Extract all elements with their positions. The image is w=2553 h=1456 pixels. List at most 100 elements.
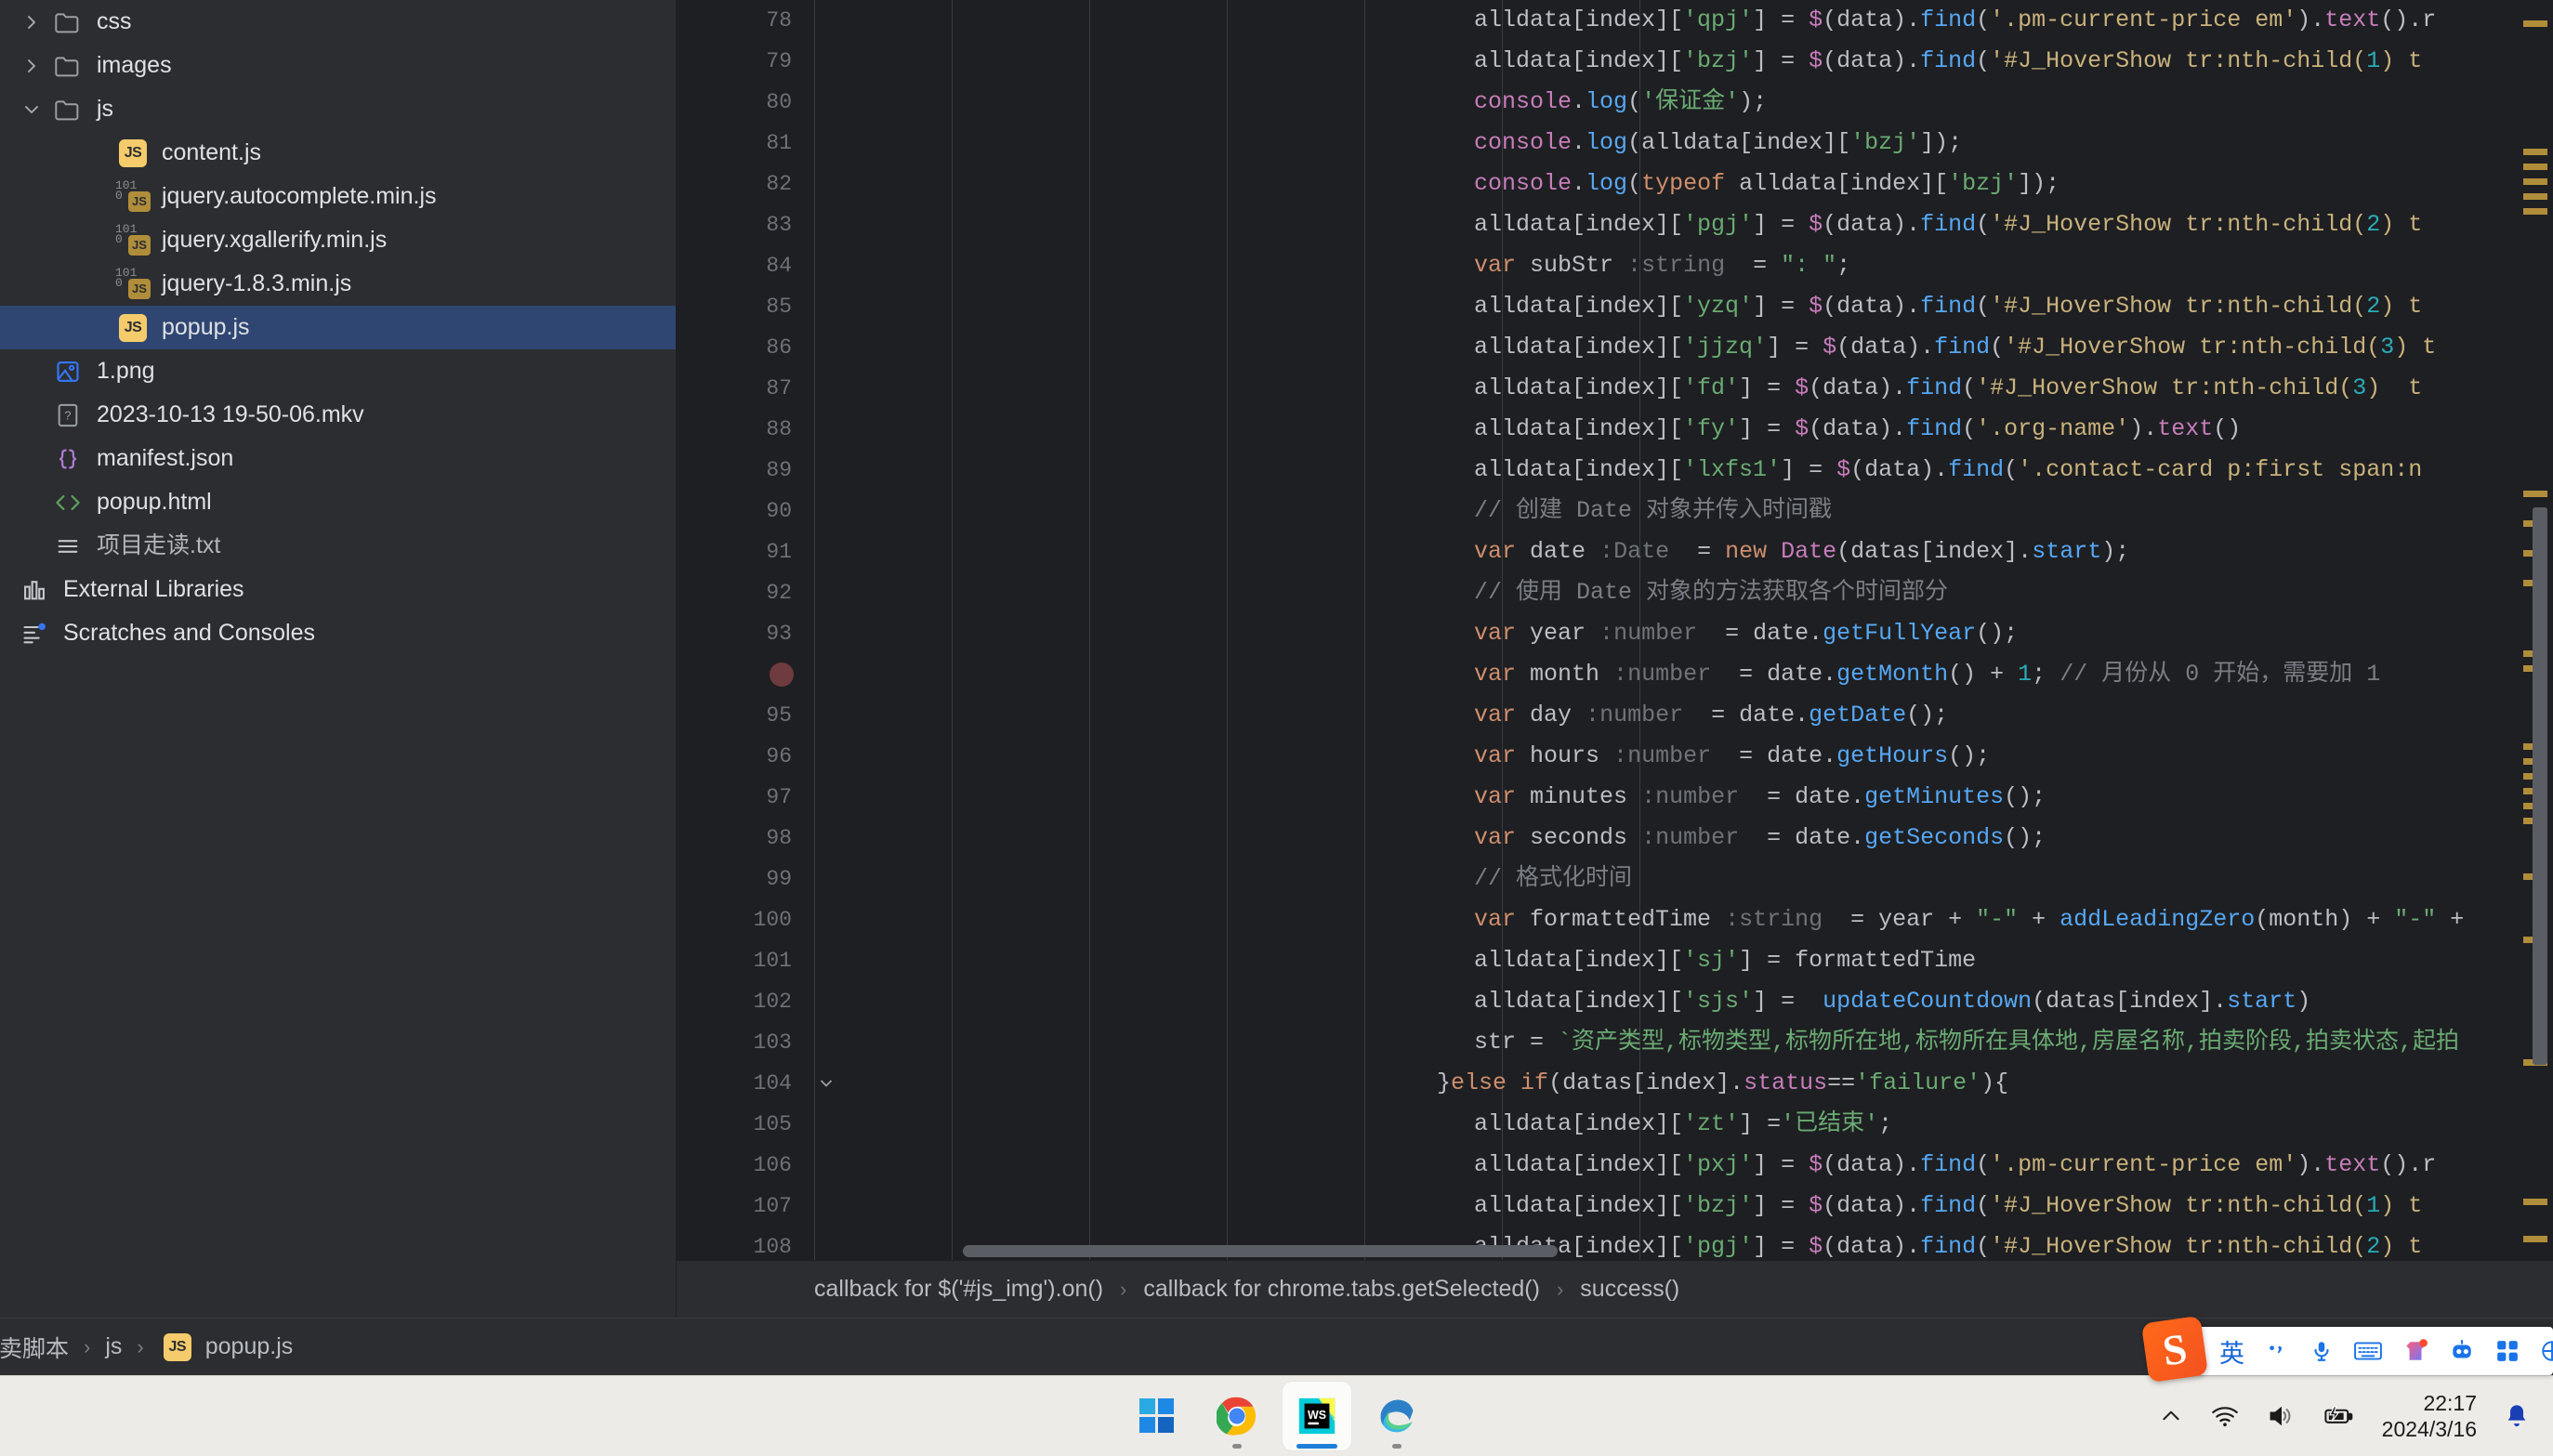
code-line-91[interactable]: var date :Date = new Date(datas[index].s… [814,531,2553,572]
code-line-102[interactable]: alldata[index]['sjs'] = updateCountdown(… [814,981,2553,1022]
gutter-line-84[interactable]: 84 [677,245,814,286]
code-line-105[interactable]: alldata[index]['zt'] ='已结束'; [814,1104,2553,1145]
error-stripe[interactable] [2518,0,2553,1260]
edge-taskbar[interactable] [1362,1382,1431,1450]
gutter-line-99[interactable]: 99 [677,859,814,899]
tray-overflow-icon[interactable] [2159,1404,2183,1428]
keyboard-icon[interactable] [2354,1339,2382,1363]
gutter-line-108[interactable]: 108 [677,1226,814,1260]
wifi-icon[interactable] [2211,1404,2239,1428]
gutter-line-104[interactable]: 104 [677,1063,832,1104]
gutter-line-81[interactable]: 81 [677,123,814,164]
gutter-line-105[interactable]: 105 [677,1104,814,1145]
ai-robot-icon[interactable] [2449,1339,2475,1363]
code-line-83[interactable]: alldata[index]['pgj'] = $(data).find('#J… [814,204,2553,245]
gutter-line-102[interactable]: 102 [677,981,814,1022]
code-line-107[interactable]: alldata[index]['bzj'] = $(data).find('#J… [814,1186,2553,1226]
chevron-right-icon[interactable] [15,57,48,75]
gutter-line-101[interactable]: 101 [677,940,814,981]
sogou-logo-icon[interactable]: S [2140,1315,2209,1384]
code-line-81[interactable]: console.log(alldata[index]['bzj']); [814,123,2553,164]
ime-mode-toggle[interactable]: 英 [2219,1333,2244,1370]
gutter-line-94[interactable] [677,654,814,695]
code-line-106[interactable]: alldata[index]['pxj'] = $(data).find('.p… [814,1145,2553,1186]
code-line-93[interactable]: var year :number = date.getFullYear(); [814,613,2553,654]
microphone-icon[interactable] [2310,1339,2334,1363]
tree-item-2023-10-13-19-50-06.mkv[interactable]: ? 2023-10-13 19-50-06.mkv [0,393,676,437]
code-line-90[interactable]: // 创建 Date 对象并传入时间戳 [814,491,2553,531]
gutter-line-89[interactable]: 89 [677,450,814,491]
code-line-82[interactable]: console.log(typeof alldata[index]['bzj']… [814,164,2553,204]
gutter-line-98[interactable]: 98 [677,818,814,859]
code-line-98[interactable]: var seconds :number = date.getSeconds(); [814,818,2553,859]
nav-breadcrumb-item[interactable]: success() [1580,1276,1679,1303]
gutter-line-103[interactable]: 103 [677,1022,814,1063]
code-line-87[interactable]: alldata[index]['fd'] = $(data).find('#J_… [814,368,2553,409]
tree-item-1.png[interactable]: 1.png [0,349,676,393]
tree-item-js[interactable]: js [0,87,676,131]
chevron-right-icon[interactable] [15,13,48,32]
tree-item-images[interactable]: images [0,44,676,87]
tree-item-popup.js[interactable]: JS popup.js [0,306,676,349]
status-breadcrumb[interactable]: 拍卖脚本 › js › JS popup.js [0,1331,293,1364]
code-line-92[interactable]: // 使用 Date 对象的方法获取各个时间部分 [814,572,2553,613]
code-line-88[interactable]: alldata[index]['fy'] = $(data).find('.or… [814,409,2553,450]
gutter-line-83[interactable]: 83 [677,204,814,245]
sogou-ime-toolbar[interactable]: S 英 [2140,1315,2553,1384]
bell-icon[interactable] [2505,1403,2529,1429]
gutter-line-106[interactable]: 106 [677,1145,814,1186]
code-fold-caret-icon[interactable] [818,1063,835,1104]
gutter-line-86[interactable]: 86 [677,327,814,368]
gutter-line-87[interactable]: 87 [677,368,814,409]
tree-item-scratches-and-consoles[interactable]: Scratches and Consoles [0,611,676,655]
gutter-line-85[interactable]: 85 [677,286,814,327]
gutter-line-95[interactable]: 95 [677,695,814,736]
gutter-line-93[interactable]: 93 [677,613,814,654]
code-line-100[interactable]: var formattedTime :string = year + "-" +… [814,899,2553,940]
tree-item-external-libraries[interactable]: External Libraries [0,568,676,611]
editor-viewport[interactable]: 78 79 80 81 82 83 84 85 86 87 88 89 90 91 92 93 95 96 97 98… [677,0,2553,1260]
chrome-taskbar[interactable] [1203,1382,1271,1450]
gutter-line-82[interactable]: 82 [677,164,814,204]
tree-item-jquery.xgallerify.min.js[interactable]: 101 0 JS jquery.xgallerify.min.js [0,218,676,262]
tree-item-项目走读.txt[interactable]: 项目走读.txt [0,524,676,568]
toolbox-icon[interactable] [2495,1339,2520,1363]
code-line-94[interactable]: var month :number = date.getMonth() + 1;… [814,654,2553,695]
editor-breadcrumb-bar[interactable]: callback for $('#js_img').on() › callback … [677,1260,2553,1318]
gutter-line-79[interactable]: 79 [677,41,814,82]
battery-charging-icon[interactable] [2323,1404,2354,1428]
editor-gutter[interactable]: 78 79 80 81 82 83 84 85 86 87 88 89 90 91 92 93 95 96 97 98… [677,0,832,1260]
status-breadcrumb-item[interactable]: popup.js [205,1333,294,1360]
gutter-line-90[interactable]: 90 [677,491,814,531]
code-line-97[interactable]: var minutes :number = date.getMinutes(); [814,777,2553,818]
start-button[interactable] [1123,1382,1191,1450]
tree-item-content.js[interactable]: JS content.js [0,131,676,175]
tree-item-popup.html[interactable]: popup.html [0,480,676,524]
code-line-86[interactable]: alldata[index]['jjzq'] = $(data).find('#… [814,327,2553,368]
gutter-line-97[interactable]: 97 [677,777,814,818]
skin-icon[interactable] [2402,1339,2428,1363]
code-line-99[interactable]: // 格式化时间 [814,859,2553,899]
status-breadcrumb-item[interactable]: 拍卖脚本 [0,1331,69,1364]
gutter-line-92[interactable]: 92 [677,572,814,613]
code-line-96[interactable]: var hours :number = date.getHours(); [814,736,2553,777]
code-line-103[interactable]: str = `资产类型,标物类型,标物所在地,标物所在具体地,房屋名称,拍卖阶段… [814,1022,2553,1063]
gutter-line-107[interactable]: 107 [677,1186,814,1226]
menu-icon[interactable] [2540,1339,2553,1363]
taskbar-clock[interactable]: 22:17 2024/3/16 [2382,1390,2477,1442]
chevron-down-icon[interactable] [15,100,48,119]
code-content[interactable]: alldata[index]['qpj'] = $(data).find('.p… [814,0,2553,1260]
gutter-line-80[interactable]: 80 [677,82,814,123]
code-line-80[interactable]: console.log('保证金'); [814,82,2553,123]
gutter-line-100[interactable]: 100 [677,899,814,940]
gutter-line-88[interactable]: 88 [677,409,814,450]
tree-item-manifest.json[interactable]: manifest.json [0,437,676,480]
speaker-icon[interactable] [2267,1404,2295,1428]
code-line-89[interactable]: alldata[index]['lxfs1'] = $(data).find('… [814,450,2553,491]
webstorm-taskbar[interactable]: WS [1282,1382,1351,1450]
code-line-79[interactable]: alldata[index]['bzj'] = $(data).find('#J… [814,41,2553,82]
breakpoint-marker[interactable] [770,662,794,687]
tree-item-jquery.autocomplete.min.js[interactable]: 101 0 JS jquery.autocomplete.min.js [0,175,676,218]
status-breadcrumb-item[interactable]: js [105,1333,122,1360]
code-line-101[interactable]: alldata[index]['sj'] = formattedTime [814,940,2553,981]
